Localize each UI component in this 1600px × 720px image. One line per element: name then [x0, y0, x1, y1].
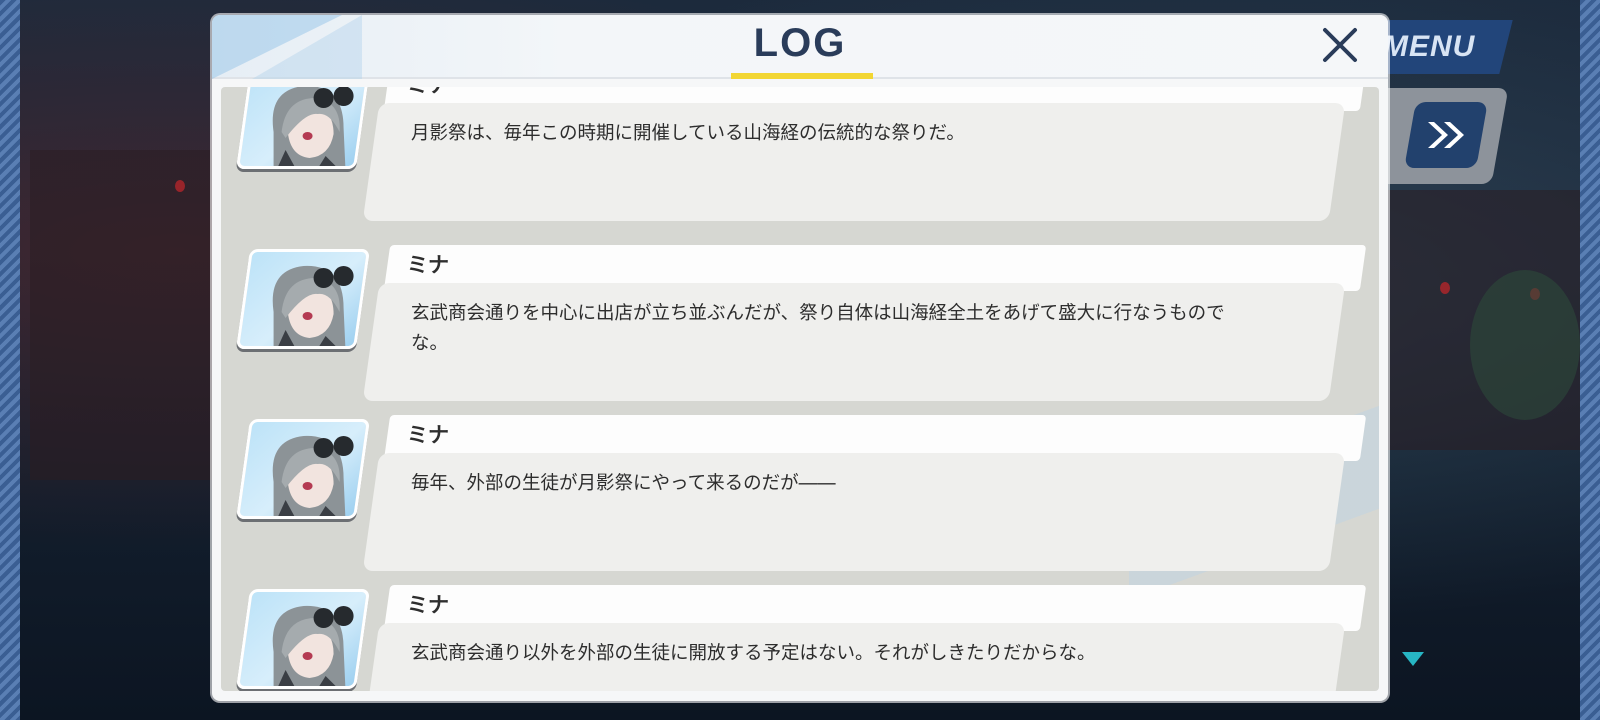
- menu-label: MENU: [1382, 30, 1476, 63]
- log-entry: ミナ 玄武商会通りを中心に出店が立ち並ぶんだが、祭り自体は山海経全土をあげて盛大…: [221, 245, 1379, 415]
- log-entry: ミナ 月影祭は、毎年この時期に開催している山海経の伝統的な祭りだ。: [221, 87, 1379, 235]
- close-icon: [1323, 28, 1357, 62]
- message-text: 月影祭は、毎年この時期に開催している山海経の伝統的な祭りだ。: [411, 123, 965, 144]
- background-lantern: [1440, 282, 1450, 294]
- left-frame-stripe: [0, 0, 20, 720]
- speaker-name: ミナ: [407, 87, 449, 99]
- speaker-name: ミナ: [407, 593, 449, 617]
- message-text: 玄武商会通り以外を外部の生徒に開放する予定はない。それがしきたりだからな。: [411, 643, 1096, 664]
- speaker-avatar: [235, 249, 371, 349]
- log-modal: LOG ミナ: [212, 15, 1388, 701]
- speaker-name: ミナ: [407, 423, 449, 447]
- fast-forward-icon: [1428, 122, 1464, 148]
- log-scroll-area[interactable]: ミナ 月影祭は、毎年この時期に開催している山海経の伝統的な祭りだ。 ミナ: [221, 87, 1379, 691]
- right-frame-stripe: [1580, 0, 1600, 720]
- speaker-avatar: [235, 589, 371, 689]
- log-entry: ミナ 毎年、外部の生徒が月影祭にやって来るのだが――: [221, 415, 1379, 585]
- title-underline: [731, 73, 873, 79]
- background-building: [30, 150, 220, 480]
- background-lantern: [175, 180, 185, 192]
- speaker-avatar: [235, 419, 371, 519]
- log-entry: ミナ 玄武商会通り以外を外部の生徒に開放する予定はない。それがしきたりだからな。: [221, 585, 1379, 691]
- close-button[interactable]: [1320, 25, 1360, 65]
- speaker-avatar: [235, 87, 371, 169]
- background-tree: [1470, 270, 1580, 420]
- log-title: LOG: [753, 21, 847, 65]
- fast-forward-button[interactable]: [1404, 102, 1488, 168]
- log-header: LOG: [212, 15, 1388, 79]
- next-indicator-icon: [1402, 652, 1424, 666]
- message-text: 毎年、外部の生徒が月影祭にやって来るのだが――: [411, 473, 836, 494]
- speaker-name: ミナ: [407, 253, 449, 277]
- message-text: 玄武商会通りを中心に出店が立ち並ぶんだが、祭り自体は山海経全土をあげて盛大に行な…: [411, 303, 1225, 354]
